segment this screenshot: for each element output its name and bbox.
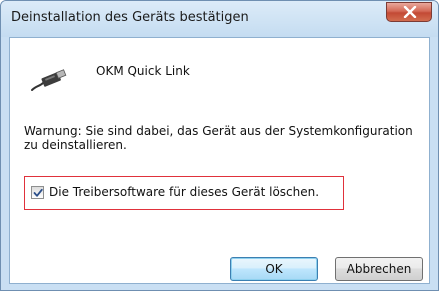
title-bar[interactable]: Deinstallation des Geräts bestätigen xyxy=(1,1,438,37)
ok-button[interactable]: OK xyxy=(230,257,318,281)
delete-driver-checkbox[interactable] xyxy=(31,186,44,199)
close-button[interactable] xyxy=(386,2,432,22)
warning-text: Warnung: Sie sind dabei, das Gerät aus d… xyxy=(24,124,413,152)
delete-driver-label[interactable]: Die Treibersoftware für dieses Gerät lös… xyxy=(49,185,319,199)
checkmark-icon xyxy=(33,188,43,197)
cancel-button[interactable]: Abbrechen xyxy=(335,257,423,281)
window-title: Deinstallation des Geräts bestätigen xyxy=(11,10,249,25)
dialog-body: OKM Quick Link Warnung: Sie sind dabei, … xyxy=(9,37,430,284)
usb-plug-icon xyxy=(28,66,68,96)
uninstall-device-dialog: Deinstallation des Geräts bestätigen OKM… xyxy=(0,0,439,291)
delete-driver-option: Die Treibersoftware für dieses Gerät lös… xyxy=(24,176,344,210)
device-name: OKM Quick Link xyxy=(96,64,190,78)
